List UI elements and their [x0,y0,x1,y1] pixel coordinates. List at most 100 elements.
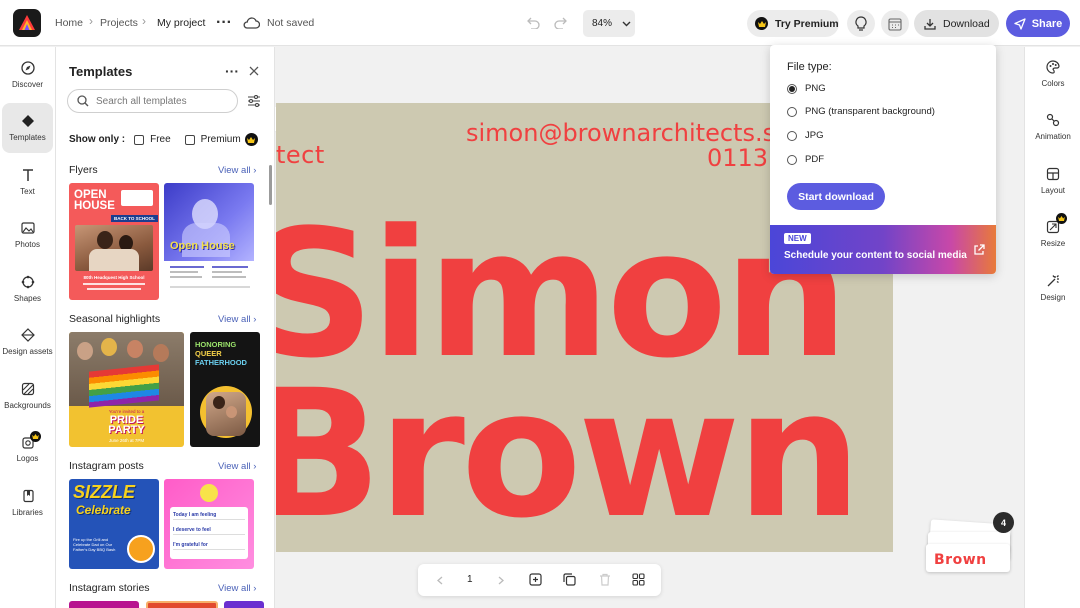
palette-icon [1046,60,1060,74]
free-checkbox[interactable] [134,134,145,145]
page-thumb-front: Brown [926,544,1010,572]
delete-page-icon[interactable] [597,572,612,587]
premium-checkbox[interactable] [184,134,195,145]
chevron-down-icon [622,21,631,26]
template-search[interactable] [67,89,238,113]
rail-libraries[interactable]: Libraries [2,478,53,528]
photo-icon [20,222,35,234]
previous-page-icon[interactable] [434,573,446,587]
rail-logos[interactable]: Logos [2,424,53,474]
undo-icon[interactable] [524,14,542,32]
file-type-option-png[interactable]: PNG [787,83,826,94]
premium-label: Premium [200,134,241,145]
duplicate-page-icon[interactable] [562,572,577,587]
calendar-icon [888,17,902,31]
download-label: Download [943,17,990,30]
rail-label: Resize [1040,239,1066,248]
rail-design[interactable]: Design [1025,274,1080,302]
canvas-email[interactable]: simon@brownarchitects.s [466,119,775,147]
search-input[interactable] [96,95,226,107]
crown-icon [244,133,258,146]
show-only-label: Show only : [69,134,126,145]
rail-backgrounds[interactable]: Backgrounds [2,371,53,421]
rail-animation[interactable]: Animation [1025,113,1080,141]
template-thumb-story-2[interactable] [146,601,218,608]
next-page-icon[interactable] [495,573,507,587]
layout-icon [1046,167,1060,181]
template-thumb-story-1[interactable] [69,601,139,608]
rail-discover[interactable]: Discover [2,50,53,100]
rail-shapes[interactable]: Shapes [2,264,53,314]
rail-resize[interactable]: Resize [1025,220,1080,248]
text-icon [22,169,33,181]
panel-scrollbar[interactable] [269,165,272,205]
breadcrumb-projects[interactable]: Projects [100,17,138,29]
template-thumb-flyer-open-house[interactable]: OPEN HOUSE BACK TO SCHOOL 80th Headquest… [69,183,159,300]
template-thumb-flyer-open-house-blue[interactable]: Open House [164,183,254,300]
template-thumb-feelings[interactable]: Today I am feeling I deserve to feel I'm… [164,479,254,569]
crown-icon [30,431,41,442]
template-thumb-sizzle[interactable]: SIZZLE Celebrate Fire up the Grill and C… [69,479,159,569]
page-count-badge: 4 [993,512,1014,533]
share-label: Share [1031,17,1063,30]
download-menu: File type: PNG PNG (transparent backgrou… [770,45,996,274]
rail-text[interactable]: Text [2,157,53,207]
panel-more-icon[interactable]: ··· [224,63,240,79]
new-badge: NEW [784,233,811,244]
rail-layout[interactable]: Layout [1025,167,1080,195]
rail-photos[interactable]: Photos [2,210,53,260]
breadcrumb-home[interactable]: Home [55,17,83,29]
rail-colors[interactable]: Colors [1025,60,1080,88]
template-thumb-queer-fatherhood[interactable]: HONORING QUEER FATHERHOOD [190,332,260,447]
design-assets-icon [20,328,35,342]
rail-label: Templates [9,133,46,142]
section-instagram-posts: Instagram posts [69,460,144,472]
filter-icon[interactable] [246,93,261,108]
redo-icon[interactable] [552,14,570,32]
close-icon[interactable] [248,65,260,77]
free-label: Free [150,134,171,145]
schedule-promo-banner[interactable]: NEW Schedule your content to social medi… [770,225,996,274]
radio[interactable] [787,154,797,165]
left-rail: Discover Templates Text Photos Shapes De… [0,47,56,608]
page-thumb-text: Brown [934,552,987,568]
view-all-instagram-stories[interactable]: View all › [218,583,256,594]
libraries-icon [22,489,34,503]
view-all-seasonal[interactable]: View all › [218,314,256,325]
app-logo-icon [19,15,35,30]
view-all-flyers[interactable]: View all › [218,165,256,176]
canvas-text-fragment[interactable]: tect [276,141,325,169]
radio[interactable] [787,106,797,117]
grid-view-icon[interactable] [631,572,646,587]
try-premium-button[interactable]: Try Premium [747,10,839,37]
file-type-option-png-transparent[interactable]: PNG (transparent background) [787,106,935,117]
rail-label: Design [1040,293,1066,302]
breadcrumb-current-project[interactable]: My project [157,17,205,29]
file-type-option-pdf[interactable]: PDF [787,154,824,165]
share-button[interactable]: Share [1006,10,1070,37]
zoom-select[interactable]: 84% [583,10,635,37]
rail-label: Logos [16,454,39,463]
adobe-express-logo[interactable] [13,9,41,37]
template-thumb-pride-party[interactable]: You're invited to a PRIDE PARTY June 26t… [69,332,184,447]
compass-icon [20,61,35,75]
view-all-instagram-posts[interactable]: View all › [218,461,256,472]
add-page-icon[interactable] [528,572,543,587]
schedule-button[interactable] [881,10,909,37]
rail-design-assets[interactable]: Design assets [2,317,53,367]
save-status: Not saved [267,17,315,29]
more-options-icon[interactable]: ··· [215,14,233,31]
panel-title: Templates [69,64,133,79]
rail-templates[interactable]: Templates [2,103,53,153]
rail-label: Layout [1040,186,1066,195]
download-button[interactable]: Download [914,10,999,37]
template-thumb-story-3[interactable] [224,601,264,608]
radio-selected[interactable] [787,83,797,94]
radio[interactable] [787,130,797,141]
ideas-button[interactable] [847,10,875,37]
download-icon [924,18,936,30]
file-type-option-jpg[interactable]: JPG [787,130,823,141]
backgrounds-icon [21,382,34,396]
start-download-button[interactable]: Start download [787,183,885,210]
right-rail: Colors Animation Layout Resize Design [1024,47,1080,608]
